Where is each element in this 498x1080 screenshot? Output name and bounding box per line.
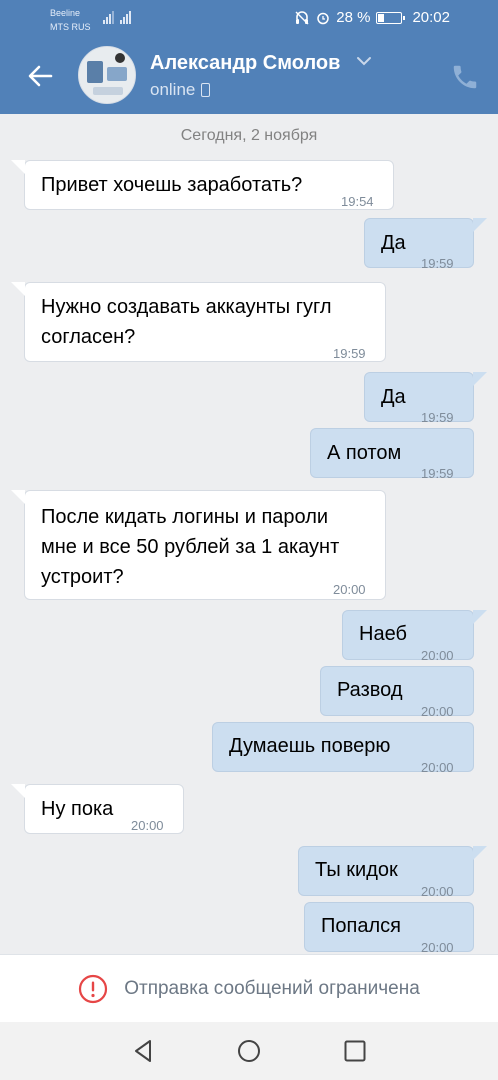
message-incoming[interactable]: Ну пока 20:00 (24, 784, 184, 834)
bubble-tail (11, 784, 25, 798)
message-time: 20:00 (421, 760, 454, 775)
restriction-text: Отправка сообщений ограничена (124, 977, 420, 999)
message-text: Думаешь поверю (229, 735, 391, 757)
message-text: Да (381, 232, 406, 254)
carrier-2: MTS RUS (50, 22, 91, 32)
message-text-line: согласен? (41, 326, 136, 348)
message-time: 19:59 (421, 256, 454, 271)
message-incoming[interactable]: Нужно создавать аккаунты гугл согласен? … (24, 282, 386, 362)
status-time: 20:02 (412, 9, 450, 26)
message-text-line: Нужно создавать аккаунты гугл (41, 296, 332, 318)
contact-name[interactable]: Александр Смолов (150, 52, 340, 75)
message-time: 20:00 (333, 582, 366, 597)
mobile-device-icon (201, 83, 211, 97)
battery-icon (376, 11, 406, 24)
battery-percent: 28 % (336, 9, 371, 26)
bubble-tail (11, 160, 25, 174)
bubble-tail (473, 372, 487, 386)
back-button[interactable] (24, 58, 56, 94)
signal-icon (103, 10, 131, 24)
message-time: 19:59 (421, 466, 454, 481)
carrier-1: Beeline (50, 8, 81, 18)
status-right: 28 % 20:02 (294, 9, 450, 26)
message-outgoing[interactable]: А потом 19:59 (310, 428, 474, 481)
message-text: Попался (321, 915, 401, 937)
message-time: 19:54 (341, 194, 374, 209)
nav-home-icon[interactable] (236, 1038, 262, 1064)
back-arrow-icon (28, 65, 53, 87)
alarm-icon (317, 12, 329, 24)
message-text: А потом (327, 442, 402, 464)
message-outgoing[interactable]: Наеб 20:00 (342, 610, 474, 663)
message-text: Да (381, 386, 406, 408)
message-outgoing[interactable]: Да 19:59 (364, 372, 474, 425)
message-text-line: мне и все 50 рублей за 1 акаунт (41, 536, 340, 558)
chat-header: Александр Смолов online (0, 38, 498, 114)
warning-circle-icon (79, 974, 108, 1003)
message-outgoing[interactable]: Ты кидок 20:00 (298, 846, 474, 899)
nav-back-icon[interactable] (130, 1038, 156, 1064)
system-nav-bar (0, 1022, 498, 1080)
message-text: Наеб (359, 623, 407, 645)
chevron-down-icon[interactable] (356, 56, 372, 66)
carrier-names: Beeline MTS RUS (50, 6, 91, 34)
phone-icon[interactable] (450, 62, 480, 92)
message-text: Ну пока (41, 798, 114, 820)
message-outgoing[interactable]: Попался 20:00 (304, 902, 474, 955)
message-text-line: устроит? (41, 566, 124, 588)
message-time: 20:00 (131, 818, 164, 833)
bubble-tail (11, 282, 25, 296)
nav-recents-icon[interactable] (342, 1038, 368, 1064)
message-text: Развод (337, 679, 403, 701)
message-outgoing[interactable]: Да 19:59 (364, 218, 474, 271)
message-text: Привет хочешь заработать? (41, 174, 303, 196)
bubble-tail (473, 218, 487, 232)
contact-status: online (150, 80, 211, 100)
date-separator: Сегодня, 2 ноября (180, 127, 318, 144)
message-outgoing[interactable]: Развод 20:00 (320, 666, 474, 719)
headphones-muted-icon (295, 10, 309, 24)
bubble-tail (473, 610, 487, 624)
message-time: 19:59 (333, 346, 366, 361)
online-status: online (150, 80, 196, 99)
message-text-line: После кидать логины и пароли (41, 506, 329, 528)
status-bar: Beeline MTS RUS 28 % 20:02 (0, 0, 498, 38)
message-incoming[interactable]: После кидать логины и пароли мне и все 5… (24, 490, 386, 600)
avatar[interactable] (78, 46, 136, 104)
message-text: Ты кидок (315, 859, 398, 881)
bubble-tail (11, 490, 25, 504)
bubble-tail (473, 846, 487, 860)
message-outgoing[interactable]: Думаешь поверю 20:00 (212, 722, 474, 775)
messaging-restricted-bar: Отправка сообщений ограничена (0, 954, 498, 1022)
chat-area[interactable]: Сегодня, 2 ноября Привет хочешь заработа… (0, 114, 498, 955)
message-incoming[interactable]: Привет хочешь заработать? 19:54 (24, 160, 394, 210)
